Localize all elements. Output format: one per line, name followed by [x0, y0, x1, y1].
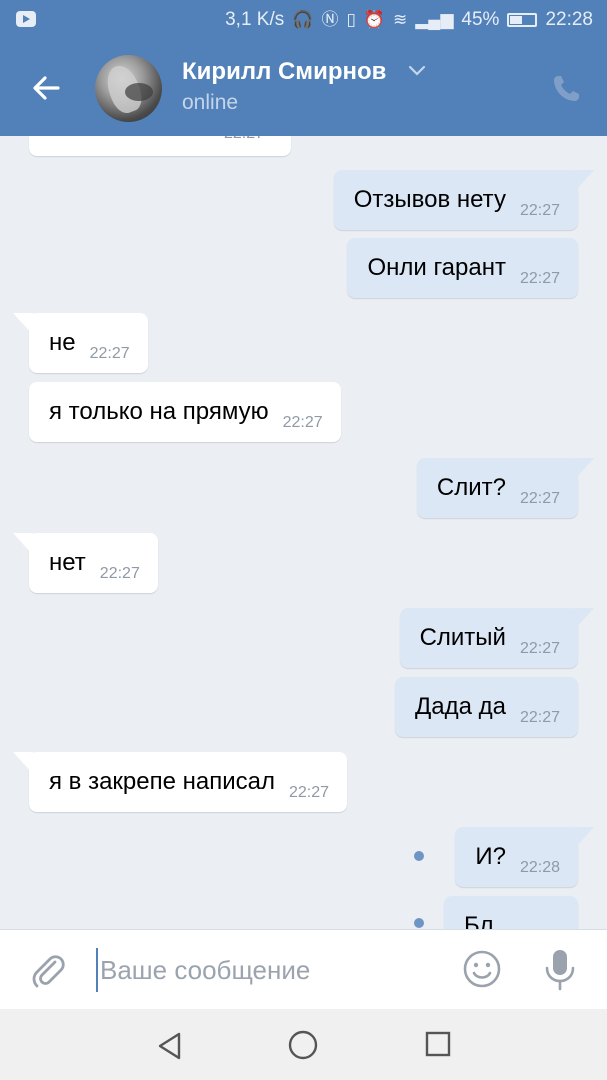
chat-screen: 3,1 K/s 🎧 Ⓝ ▯ ⏰ ≋ ▂▄▆ 45% 22:28 Кирилл С…: [0, 0, 607, 1080]
back-button[interactable]: [24, 66, 68, 110]
paperclip-icon[interactable]: [28, 950, 68, 990]
message-text: Бл: [464, 912, 494, 929]
alarm-icon: ⏰: [363, 10, 385, 29]
unread-indicator: [414, 918, 424, 928]
message-time: 22:27: [282, 414, 323, 431]
message-time: 22:27: [289, 784, 330, 801]
wifi-icon: ≋: [392, 10, 408, 29]
message-bubble-outgoing[interactable]: Слит? 22:27: [416, 458, 595, 518]
message-bubble-incoming[interactable]: нет 22:27: [13, 533, 158, 593]
message-time: 22:27: [519, 709, 560, 726]
message-list[interactable]: 22:27 Отзывов нету 22:27 Онли гарант 22:27…: [0, 136, 607, 929]
youtube-notification-icon: [16, 11, 36, 27]
message-time: 22:28: [519, 859, 560, 876]
message-text: Дада да: [414, 693, 506, 720]
message-input[interactable]: [96, 948, 436, 992]
message-text: Онли гарант: [367, 254, 506, 281]
message-composer: [0, 929, 607, 1009]
message-text: нет: [49, 549, 86, 576]
message-bubble-incoming[interactable]: 22:27: [29, 136, 291, 156]
network-speed: 3,1 K/s: [225, 9, 285, 30]
message-bubble-outgoing[interactable]: Отзывов нету 22:27: [333, 170, 595, 230]
microphone-icon[interactable]: [542, 947, 578, 993]
status-bar-right: 3,1 K/s 🎧 Ⓝ ▯ ⏰ ≋ ▂▄▆ 45% 22:28: [225, 9, 593, 31]
message-bubble-outgoing[interactable]: И? 22:28: [455, 827, 594, 887]
message-bubble-outgoing[interactable]: Дада да 22:27: [394, 677, 578, 737]
battery-percent: 45%: [461, 9, 500, 30]
contact-status: online: [182, 91, 239, 114]
message-time: 22:27: [99, 565, 140, 582]
clock: 22:28: [545, 9, 593, 30]
chat-header: Кирилл Смирнов online: [0, 40, 607, 136]
signal-icon: ▂▄▆: [415, 10, 454, 29]
headphones-icon: 🎧: [292, 10, 314, 29]
emoji-icon[interactable]: [462, 949, 502, 989]
status-bar: 3,1 K/s 🎧 Ⓝ ▯ ⏰ ≋ ▂▄▆ 45% 22:28: [0, 0, 607, 40]
message-time: 22:27: [519, 490, 560, 507]
message-time: 22:27: [519, 270, 560, 287]
nav-back-icon[interactable]: [156, 1031, 184, 1061]
message-bubble-outgoing[interactable]: Бл: [444, 896, 578, 929]
system-navigation-bar: [0, 1009, 607, 1080]
nav-recents-icon[interactable]: [424, 1030, 452, 1058]
arrow-left-icon: [33, 76, 60, 100]
nav-home-icon[interactable]: [287, 1029, 319, 1061]
message-text: я только на прямую: [49, 398, 269, 425]
message-text: я в закрепе написал: [49, 768, 275, 795]
message-time: 22:27: [224, 136, 264, 164]
message-bubble-incoming[interactable]: не 22:27: [13, 313, 148, 373]
chevron-down-icon[interactable]: [408, 64, 426, 78]
message-text: Отзывов нету: [353, 186, 506, 213]
battery-icon: [507, 13, 538, 27]
message-text: не: [49, 329, 76, 356]
message-text: Слитый: [419, 624, 506, 651]
message-bubble-outgoing[interactable]: Слитый 22:27: [399, 608, 595, 668]
message-bubble-incoming[interactable]: я только на прямую 22:27: [29, 382, 341, 442]
message-text: Слит?: [436, 474, 506, 501]
nfc-icon: Ⓝ: [321, 10, 339, 29]
message-time: 22:27: [89, 345, 130, 362]
message-bubble-incoming[interactable]: я в закрепе написал 22:27: [12, 752, 348, 812]
message-bubble-outgoing[interactable]: Онли гарант 22:27: [347, 238, 578, 298]
contact-name[interactable]: Кирилл Смирнов: [182, 58, 386, 86]
phone-icon[interactable]: [549, 72, 583, 106]
vibrate-icon: ▯: [346, 10, 356, 29]
unread-indicator: [414, 851, 424, 861]
message-time: 22:27: [519, 640, 560, 657]
message-text: И?: [475, 843, 506, 870]
avatar[interactable]: [95, 55, 162, 122]
message-time: 22:27: [519, 202, 560, 219]
